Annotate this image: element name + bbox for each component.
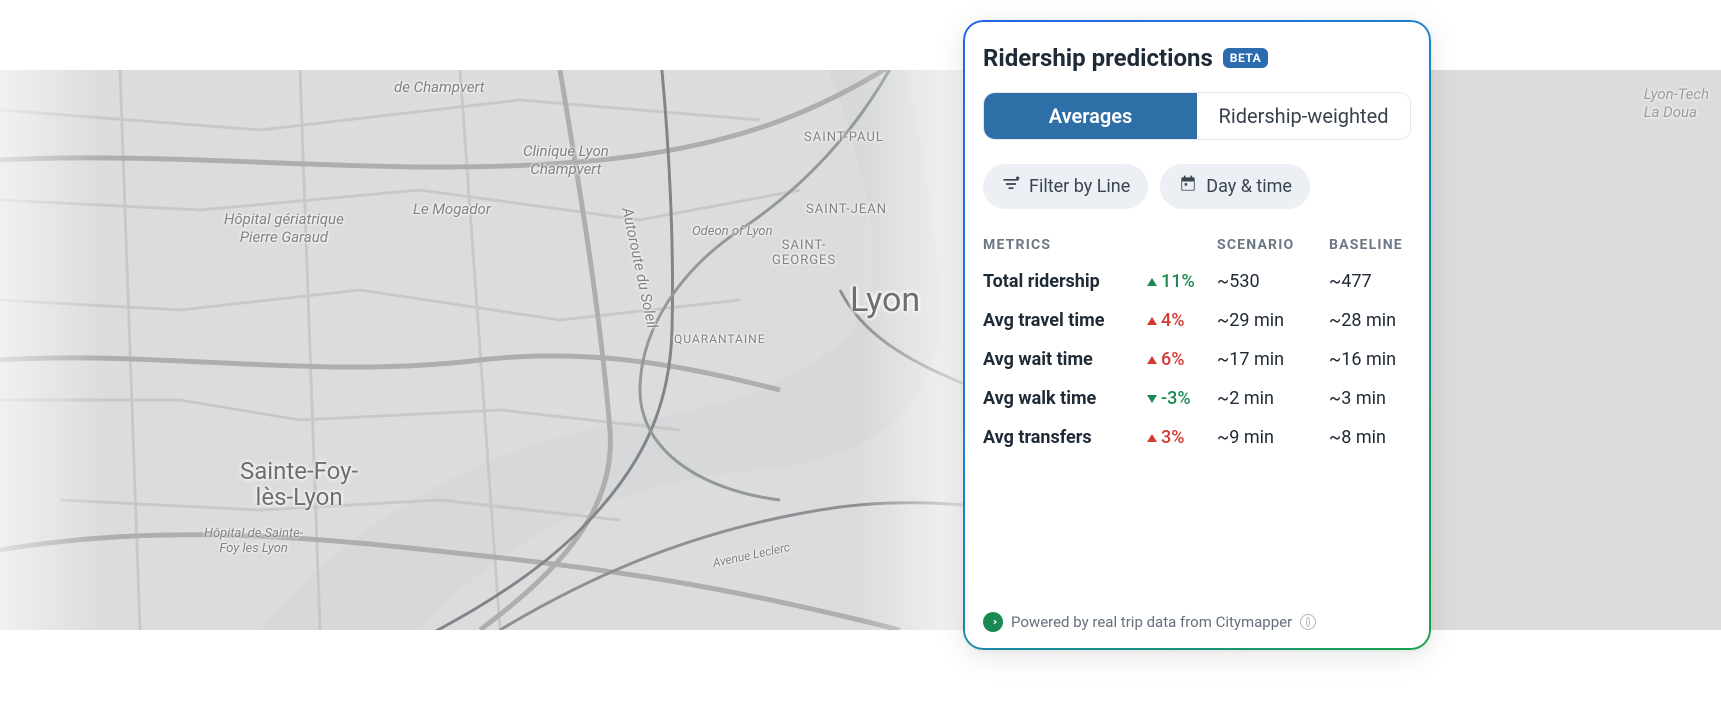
map-suburb-name: Sainte-Foy- lès-Lyon bbox=[240, 458, 358, 511]
calendar-icon bbox=[1178, 174, 1198, 199]
panel-title-row: Ridership predictions BETA bbox=[983, 44, 1411, 72]
table-row: Avg wait time6%~17 min~16 min bbox=[983, 349, 1411, 370]
view-toggle: Averages Ridership-weighted bbox=[983, 92, 1411, 140]
baseline-value: ~3 min bbox=[1329, 388, 1429, 409]
metric-delta: 3% bbox=[1147, 427, 1213, 448]
footer-text: Powered by real trip data from Citymappe… bbox=[1011, 613, 1292, 631]
map-label-lyontech: Lyon-Tech La Doua bbox=[1644, 85, 1709, 121]
globe-icon bbox=[1300, 614, 1316, 630]
metric-delta: 11% bbox=[1147, 271, 1213, 292]
trend-up-icon bbox=[1147, 278, 1157, 286]
metric-delta: 6% bbox=[1147, 349, 1213, 370]
scenario-value: ~17 min bbox=[1217, 349, 1325, 370]
scenario-value: ~9 min bbox=[1217, 427, 1325, 448]
delta-value: 4% bbox=[1161, 310, 1184, 331]
map-label-saintjean: SAINT-JEAN bbox=[806, 202, 887, 217]
metric-delta: -3% bbox=[1147, 388, 1213, 409]
map-label-champvert: de Champvert bbox=[394, 78, 485, 96]
table-row: Avg walk time-3%~2 min~3 min bbox=[983, 388, 1411, 409]
panel-title: Ridership predictions bbox=[983, 44, 1213, 72]
panel-footer: Powered by real trip data from Citymappe… bbox=[983, 612, 1316, 632]
delta-value: 6% bbox=[1161, 349, 1184, 370]
map-canvas[interactable]: de Champvert Clinique Lyon Champvert Le … bbox=[0, 70, 1721, 630]
map-city-name: Lyon bbox=[850, 280, 920, 320]
filter-row: Filter by Line Day & time bbox=[983, 164, 1411, 209]
tab-averages[interactable]: Averages bbox=[984, 93, 1197, 139]
baseline-value: ~477 bbox=[1329, 271, 1429, 292]
col-metrics: METRICS bbox=[983, 237, 1143, 253]
delta-value: 11% bbox=[1161, 271, 1195, 292]
trend-down-icon bbox=[1147, 395, 1157, 403]
baseline-value: ~28 min bbox=[1329, 310, 1429, 331]
metric-delta: 4% bbox=[1147, 310, 1213, 331]
scenario-value: ~29 min bbox=[1217, 310, 1325, 331]
map-label-garaud: Hôpital gériatrique Pierre Garaud bbox=[224, 210, 344, 246]
map-label-stgeorges: SAINT- GEORGES bbox=[772, 238, 836, 268]
map-label-odeon: Odeon of Lyon bbox=[692, 224, 773, 239]
table-row: Total ridership11%~530~477 bbox=[983, 271, 1411, 292]
table-row: Avg transfers3%~9 min~8 min bbox=[983, 427, 1411, 448]
trend-up-icon bbox=[1147, 434, 1157, 442]
table-row: Avg travel time4%~29 min~28 min bbox=[983, 310, 1411, 331]
tab-ridership-weighted[interactable]: Ridership-weighted bbox=[1197, 93, 1410, 139]
baseline-value: ~8 min bbox=[1329, 427, 1429, 448]
scenario-value: ~530 bbox=[1217, 271, 1325, 292]
table-header: METRICS SCENARIO BASELINE bbox=[983, 237, 1411, 253]
map-label-clinique: Clinique Lyon Champvert bbox=[523, 142, 609, 178]
map-label-mogador: Le Mogador bbox=[413, 200, 491, 218]
scenario-value: ~2 min bbox=[1217, 388, 1325, 409]
citymapper-icon bbox=[983, 612, 1003, 632]
ridership-panel: Ridership predictions BETA Averages Ride… bbox=[963, 20, 1431, 650]
metric-name: Avg wait time bbox=[983, 349, 1143, 370]
filter-by-line-button[interactable]: Filter by Line bbox=[983, 164, 1148, 209]
metric-name: Total ridership bbox=[983, 271, 1143, 292]
metrics-table: METRICS SCENARIO BASELINE Total ridershi… bbox=[983, 237, 1411, 448]
map-label-hopfoyles: Hôpital de Sainte- Foy les Lyon bbox=[204, 526, 303, 556]
metric-name: Avg transfers bbox=[983, 427, 1143, 448]
col-baseline: BASELINE bbox=[1329, 237, 1429, 253]
filter-icon bbox=[1001, 174, 1021, 199]
metric-name: Avg travel time bbox=[983, 310, 1143, 331]
baseline-value: ~16 min bbox=[1329, 349, 1429, 370]
filter-by-line-label: Filter by Line bbox=[1029, 176, 1130, 197]
map-label-saintpaul: SAINT-PAUL bbox=[804, 130, 884, 145]
day-time-button[interactable]: Day & time bbox=[1160, 164, 1310, 209]
metric-name: Avg walk time bbox=[983, 388, 1143, 409]
delta-value: -3% bbox=[1161, 388, 1191, 409]
beta-badge: BETA bbox=[1223, 48, 1268, 68]
map-label-quarantaine: QUARANTAINE bbox=[674, 332, 766, 346]
day-time-label: Day & time bbox=[1206, 176, 1292, 197]
col-scenario: SCENARIO bbox=[1217, 237, 1325, 253]
trend-up-icon bbox=[1147, 317, 1157, 325]
trend-up-icon bbox=[1147, 356, 1157, 364]
delta-value: 3% bbox=[1161, 427, 1184, 448]
